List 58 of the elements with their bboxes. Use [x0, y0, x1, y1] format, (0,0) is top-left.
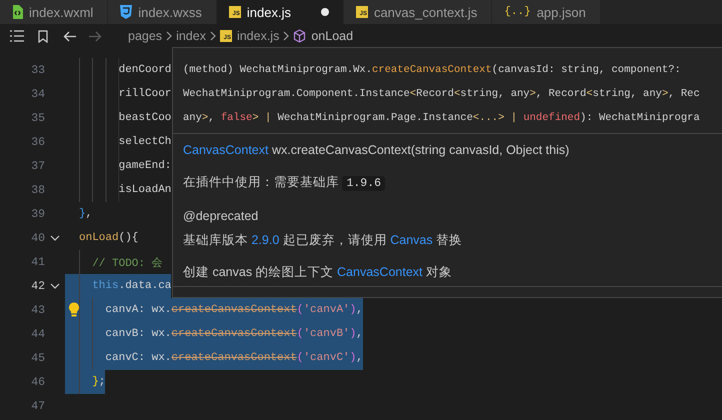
signature-line: any>, false> | WechatMiniprogram.Page.Instance<...> | undefined): WechatMiniprogra — [183, 111, 701, 126]
line-number: 35 — [30, 112, 45, 124]
code-line: denCoord — [65, 58, 172, 82]
fold-chevron-icon[interactable] — [50, 283, 60, 289]
signature-line: (method) WechatMiniprogram.Wx.createCanvasContext(canvasId: string, component?: — [183, 63, 682, 78]
code-line: onLoad(){ — [65, 226, 138, 250]
bookmark-icon[interactable] — [38, 30, 48, 42]
line-number: 41 — [30, 256, 45, 268]
code-line: }, — [65, 202, 92, 226]
breadcrumb-item[interactable]: index — [176, 29, 206, 43]
back-arrow-icon[interactable] — [62, 30, 76, 42]
line-number: 37 — [30, 160, 45, 172]
breadcrumb-item[interactable]: onLoad — [311, 29, 354, 43]
line-number: 39 — [30, 208, 45, 220]
list-icon[interactable] — [10, 30, 24, 42]
fold-chevron-icon[interactable] — [50, 235, 60, 241]
version-code: 1.9.6 — [342, 176, 385, 191]
line-number: 38 — [30, 184, 45, 196]
signature-line: WechatMiniprogram.Component.Instance<Record<string, any>, Record<string, any>, Rec — [183, 87, 701, 102]
line-number: 33 — [30, 64, 45, 76]
code-line: rillCoor — [65, 82, 172, 106]
line-number: 43 — [30, 304, 45, 316]
editor-tab[interactable]: {..} app.json — [492, 0, 601, 24]
doc-link[interactable]: CanvasContext — [337, 265, 422, 279]
doc-link[interactable]: CanvasContext — [183, 143, 268, 157]
doc-text: 在插件中使用：需要基础库 1.9.6 — [183, 170, 722, 196]
chevron-icon — [210, 31, 216, 41]
line-number: 44 — [30, 328, 45, 340]
breadcrumb-item[interactable]: pages — [128, 29, 162, 43]
line-number: 34 — [30, 88, 45, 100]
doc-text: 创建 canvas 的绘图上下文 CanvasContext 对象 — [183, 264, 453, 281]
chevron-icon — [283, 31, 290, 41]
editor-tab[interactable]: index.wxml — [0, 0, 108, 24]
doc-text: 基础库版本 2.9.0 起已废弃，请使用 Canvas 替换 — [183, 232, 464, 249]
doc-text: CanvasContext wx.createCanvasContext(string canvasId, Object this) — [183, 142, 570, 159]
doc-text: @deprecated — [183, 208, 260, 225]
chevron-icon — [166, 31, 172, 41]
code-line: selectCh — [65, 130, 172, 154]
line-number: 40 — [30, 232, 45, 244]
css-shield-icon — [120, 5, 132, 19]
line-number: 42 — [30, 280, 45, 292]
line-number: 36 — [30, 136, 45, 148]
line-number: 45 — [30, 352, 45, 364]
code-line: beastCoo — [65, 106, 172, 130]
forward-arrow-icon[interactable] — [88, 30, 102, 42]
code-line: isLoadAn — [65, 178, 172, 202]
code-line: gameEnd: — [65, 154, 172, 178]
doc-link[interactable]: 2.9.0 — [251, 233, 280, 247]
breadcrumb-item[interactable]: index.js — [236, 29, 280, 43]
code-line: // TODO: 会 — [65, 250, 163, 274]
lightbulb-icon[interactable] — [68, 302, 80, 317]
editor-tab[interactable]: index.wxss — [108, 0, 217, 24]
json-file-icon: {..} — [504, 6, 531, 18]
line-number: 46 — [30, 376, 45, 388]
doc-link[interactable]: Canvas — [390, 233, 433, 247]
line-number: 47 — [30, 400, 45, 412]
code-file-icon — [12, 5, 23, 19]
cube-icon — [293, 29, 306, 43]
